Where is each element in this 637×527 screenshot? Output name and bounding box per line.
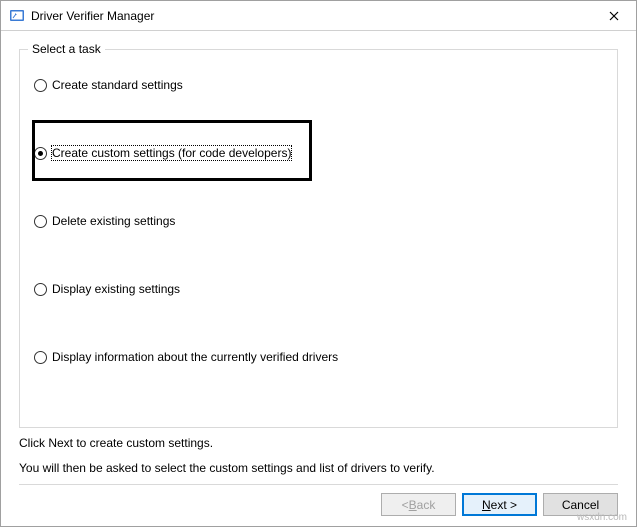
back-mnemonic: B xyxy=(409,498,417,512)
info-line-1: Click Next to create custom settings. xyxy=(19,434,618,453)
groupbox-label: Select a task xyxy=(28,42,105,56)
content-area: Select a task Create standard settings C… xyxy=(1,31,636,484)
cancel-label: Cancel xyxy=(562,498,599,512)
back-rest: ack xyxy=(417,498,436,512)
next-rest: ext > xyxy=(491,498,517,512)
radio-icon xyxy=(34,283,47,296)
radio-icon xyxy=(34,147,47,160)
radio-delete-existing[interactable]: Delete existing settings xyxy=(34,214,603,228)
radio-label: Display information about the currently … xyxy=(52,350,338,364)
radio-label: Display existing settings xyxy=(52,282,180,296)
close-icon xyxy=(609,11,619,21)
radio-label: Delete existing settings xyxy=(52,214,175,228)
radio-display-info[interactable]: Display information about the currently … xyxy=(34,350,603,364)
back-prefix: < xyxy=(402,498,409,512)
back-button: < Back xyxy=(381,493,456,516)
radio-display-existing[interactable]: Display existing settings xyxy=(34,282,603,296)
task-groupbox: Select a task Create standard settings C… xyxy=(19,49,618,428)
cancel-button[interactable]: Cancel xyxy=(543,493,618,516)
next-button[interactable]: Next > xyxy=(462,493,537,516)
button-bar: < Back Next > Cancel xyxy=(1,485,636,526)
radio-label: Create custom settings (for code develop… xyxy=(52,146,291,160)
radio-icon xyxy=(34,79,47,92)
radio-create-custom[interactable]: Create custom settings (for code develop… xyxy=(34,146,603,160)
radio-label: Create standard settings xyxy=(52,78,183,92)
dialog-window: Driver Verifier Manager Select a task Cr… xyxy=(0,0,637,527)
radio-icon xyxy=(34,351,47,364)
titlebar: Driver Verifier Manager xyxy=(1,1,636,31)
next-mnemonic: N xyxy=(482,498,491,512)
radio-create-standard[interactable]: Create standard settings xyxy=(34,78,603,92)
info-line-2: You will then be asked to select the cus… xyxy=(19,459,618,478)
close-button[interactable] xyxy=(591,1,636,30)
app-icon xyxy=(9,8,25,24)
window-title: Driver Verifier Manager xyxy=(31,9,591,23)
radio-icon xyxy=(34,215,47,228)
